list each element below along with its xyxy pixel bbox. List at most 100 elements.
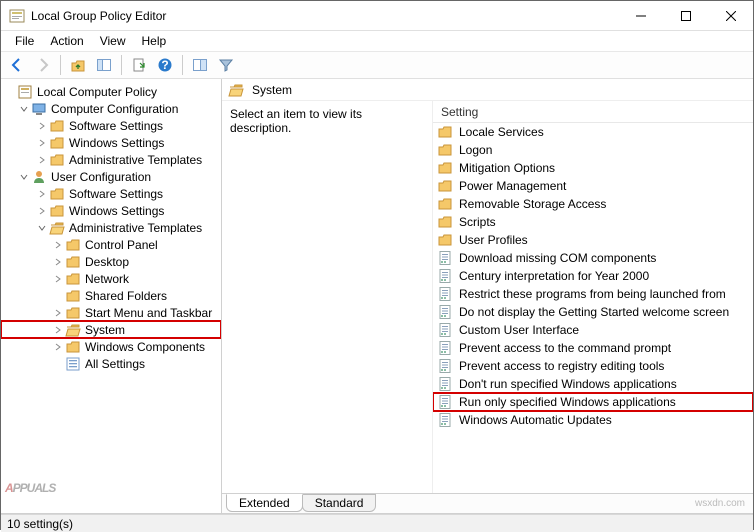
tree-label: Windows Components (85, 340, 205, 354)
tree-computer-configuration[interactable]: Computer Configuration (1, 100, 221, 117)
tree-label: Shared Folders (85, 289, 167, 303)
list-item[interactable]: Power Management (433, 177, 753, 195)
tree-label: All Settings (85, 357, 145, 371)
chevron-right-icon[interactable] (35, 119, 49, 133)
tab-row: Extended Standard (222, 493, 753, 513)
chevron-right-icon[interactable] (51, 255, 65, 269)
close-button[interactable] (708, 1, 753, 30)
list-item[interactable]: Do not display the Getting Started welco… (433, 303, 753, 321)
list-item[interactable]: Logon (433, 141, 753, 159)
menu-view[interactable]: View (92, 32, 134, 50)
chevron-right-icon[interactable] (51, 238, 65, 252)
settings-list-icon (65, 356, 81, 372)
tree-label: Start Menu and Taskbar (85, 306, 212, 320)
settings-list[interactable]: Locale ServicesLogonMitigation Options Po… (433, 123, 753, 493)
chevron-right-icon[interactable] (35, 153, 49, 167)
chevron-right-icon[interactable] (51, 340, 65, 354)
list-item[interactable]: Locale Services (433, 123, 753, 141)
chevron-right-icon[interactable] (35, 204, 49, 218)
show-hide-tree-button[interactable] (92, 53, 116, 77)
maximize-button[interactable] (663, 1, 708, 30)
tree-cc-software-settings[interactable]: Software Settings (1, 117, 221, 134)
tree-uc-windows-settings[interactable]: Windows Settings (1, 202, 221, 219)
chevron-right-icon[interactable] (35, 136, 49, 150)
list-item-label: Prevent access to registry editing tools (459, 359, 664, 373)
description-text: Select an item to view its description. (230, 107, 424, 135)
list-item[interactable]: Download missing COM components (433, 249, 753, 267)
tree-uc-software-settings[interactable]: Software Settings (1, 185, 221, 202)
folder-icon (65, 254, 81, 270)
list-item[interactable]: Don't run specified Windows applications (433, 375, 753, 393)
folder-icon (437, 214, 453, 230)
folder-icon (437, 232, 453, 248)
policy-tree[interactable]: Local Computer Policy Computer Configura… (1, 83, 221, 372)
tree-cc-admin-templates[interactable]: Administrative Templates (1, 151, 221, 168)
chevron-down-icon[interactable] (17, 102, 31, 116)
list-item-label: Do not display the Getting Started welco… (459, 305, 729, 319)
list-item[interactable]: Restrict these programs from being launc… (433, 285, 753, 303)
menu-action[interactable]: Action (42, 32, 91, 50)
tree-label: Local Computer Policy (37, 85, 157, 99)
back-button[interactable] (5, 53, 29, 77)
chevron-right-icon[interactable] (51, 272, 65, 286)
tree-all-settings[interactable]: All Settings (1, 355, 221, 372)
filter-button[interactable] (214, 53, 238, 77)
toolbar-separator (121, 55, 122, 75)
tree-system[interactable]: System (1, 321, 221, 338)
tree-uc-admin-templates[interactable]: Administrative Templates (1, 219, 221, 236)
menu-bar: File Action View Help (1, 31, 753, 51)
up-level-button[interactable] (66, 53, 90, 77)
list-item-label: Prevent access to the command prompt (459, 341, 671, 355)
list-item[interactable]: Windows Automatic Updates (433, 411, 753, 429)
column-header-setting[interactable]: Setting (433, 101, 753, 123)
chevron-right-icon[interactable] (51, 323, 65, 337)
tree-windows-components[interactable]: Windows Components (1, 338, 221, 355)
chevron-down-icon[interactable] (3, 85, 17, 99)
tree-label: Computer Configuration (51, 102, 178, 116)
list-item-label: Download missing COM components (459, 251, 656, 265)
chevron-down-icon[interactable] (35, 221, 49, 235)
section-header: System (222, 79, 753, 101)
export-list-button[interactable] (127, 53, 151, 77)
list-item[interactable]: Century interpretation for Year 2000 (433, 267, 753, 285)
menu-help[interactable]: Help (134, 32, 175, 50)
tab-standard[interactable]: Standard (302, 494, 377, 512)
section-body: Select an item to view its description. … (222, 101, 753, 493)
list-item[interactable]: Prevent access to the command prompt (433, 339, 753, 357)
tree-network[interactable]: Network (1, 270, 221, 287)
list-item[interactable]: User Profiles (433, 231, 753, 249)
tree-control-panel[interactable]: Control Panel (1, 236, 221, 253)
tree-desktop[interactable]: Desktop (1, 253, 221, 270)
list-item[interactable]: Prevent access to registry editing tools (433, 357, 753, 375)
tree-start-menu-taskbar[interactable]: Start Menu and Taskbar (1, 304, 221, 321)
window-title: Local Group Policy Editor (31, 9, 618, 23)
folder-icon (65, 305, 81, 321)
list-item-label: Windows Automatic Updates (459, 413, 612, 427)
list-item[interactable]: Custom User Interface (433, 321, 753, 339)
chevron-down-icon[interactable] (17, 170, 31, 184)
folder-open-icon (65, 322, 81, 338)
list-item-label: Power Management (459, 179, 566, 193)
tree-label: User Configuration (51, 170, 151, 184)
chevron-right-icon[interactable] (51, 306, 65, 320)
forward-button[interactable] (31, 53, 55, 77)
tree-root[interactable]: Local Computer Policy (1, 83, 221, 100)
tree-label: Network (85, 272, 129, 286)
list-item-label: Scripts (459, 215, 496, 229)
policy-root-icon (17, 84, 33, 100)
tab-extended[interactable]: Extended (226, 494, 303, 512)
tree-user-configuration[interactable]: User Configuration (1, 168, 221, 185)
list-item[interactable]: Run only specified Windows applications (433, 393, 753, 411)
help-button[interactable]: ? (153, 53, 177, 77)
tree-cc-windows-settings[interactable]: Windows Settings (1, 134, 221, 151)
list-item[interactable]: Removable Storage Access (433, 195, 753, 213)
toolbar-separator (60, 55, 61, 75)
list-item[interactable]: Scripts (433, 213, 753, 231)
chevron-right-icon[interactable] (35, 187, 49, 201)
list-item[interactable]: Mitigation Options (433, 159, 753, 177)
section-title: System (252, 83, 292, 97)
minimize-button[interactable] (618, 1, 663, 30)
details-pane-button[interactable] (188, 53, 212, 77)
tree-shared-folders[interactable]: Shared Folders (1, 287, 221, 304)
menu-file[interactable]: File (7, 32, 42, 50)
